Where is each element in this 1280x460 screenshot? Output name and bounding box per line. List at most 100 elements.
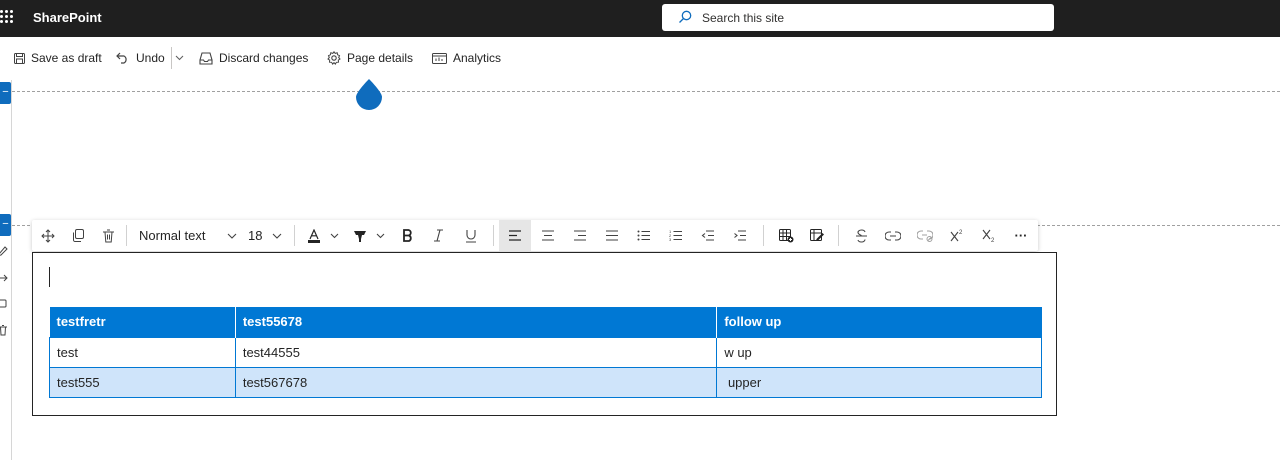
bullets-icon (637, 230, 650, 241)
subscript-button[interactable]: 2 (974, 220, 1004, 251)
duplicate-icon[interactable] (0, 298, 8, 310)
svg-text:2: 2 (991, 238, 995, 243)
link-button[interactable] (878, 220, 908, 251)
indent-icon (734, 230, 746, 241)
analytics-icon (432, 52, 447, 64)
command-separator (171, 47, 172, 69)
toolbar-separator (493, 225, 494, 246)
unlink-icon (917, 229, 933, 242)
table-cell[interactable]: test555 (49, 366, 236, 398)
table-cell[interactable]: upper (716, 366, 1042, 398)
underline-icon (466, 229, 476, 243)
table-cell[interactable]: w up (716, 336, 1042, 368)
increase-indent-button[interactable] (724, 220, 756, 251)
align-left-button[interactable] (499, 220, 531, 251)
section-add-button[interactable]: − (0, 82, 11, 104)
undo-dropdown[interactable] (175, 49, 190, 67)
table-cell[interactable]: test (49, 336, 236, 368)
save-icon (14, 52, 25, 64)
undo-label: Undo (136, 51, 165, 65)
table-header-cell[interactable]: follow up (716, 307, 1042, 337)
toolbar-separator (126, 225, 127, 246)
table-cell[interactable]: test44555 (234, 336, 718, 368)
undo-button[interactable]: Undo (116, 49, 165, 67)
app-title[interactable]: SharePoint (33, 10, 102, 25)
table-header-cell[interactable]: testfretr (49, 307, 236, 337)
text-webpart[interactable]: testfretr test55678 follow up test test4… (32, 252, 1057, 416)
subscript-icon: 2 (982, 229, 995, 243)
underline-button[interactable] (457, 220, 485, 251)
chevron-down-icon (376, 233, 384, 238)
table-cell[interactable]: test567678 (234, 366, 718, 398)
highlight-dropdown[interactable] (372, 220, 388, 251)
font-color-icon (308, 228, 320, 243)
edit-table-button[interactable] (802, 220, 832, 251)
align-center-icon (542, 230, 554, 241)
highlight-icon (354, 230, 366, 242)
chevron-down-icon (227, 233, 237, 239)
suite-header: SharePoint Search this site (0, 0, 1280, 37)
text-style-dropdown[interactable]: Normal text (132, 220, 242, 251)
analytics-button[interactable]: Analytics (432, 49, 501, 67)
align-center-button[interactable] (532, 220, 564, 251)
page-details-button[interactable]: Page details (327, 49, 413, 67)
section-add-button[interactable]: − (0, 214, 11, 236)
edit-icon[interactable] (0, 246, 8, 258)
decrease-indent-button[interactable] (692, 220, 724, 251)
discard-changes-label: Discard changes (219, 51, 309, 65)
trash-icon (102, 229, 114, 242)
text-cursor (49, 267, 50, 287)
strikethrough-icon (855, 228, 867, 243)
bullets-button[interactable] (628, 220, 660, 251)
move-icon[interactable] (0, 272, 8, 284)
command-bar: Save as draft Undo Discard changes Page … (0, 37, 1280, 77)
gear-icon (327, 51, 341, 65)
font-size-dropdown[interactable]: 18 (242, 220, 288, 251)
trash-icon[interactable] (0, 324, 8, 336)
table-header-cell[interactable]: test55678 (235, 307, 718, 337)
move-icon (41, 228, 55, 243)
font-color-dropdown[interactable] (326, 220, 342, 251)
strikethrough-button[interactable] (846, 220, 876, 251)
italic-button[interactable] (424, 220, 452, 251)
outdent-icon (701, 230, 714, 241)
analytics-label: Analytics (453, 51, 502, 65)
justify-button[interactable] (596, 220, 628, 251)
align-right-button[interactable] (564, 220, 596, 251)
discard-icon (199, 51, 213, 65)
duplicate-icon (72, 229, 84, 242)
delete-button[interactable] (94, 220, 122, 251)
search-input[interactable]: Search this site (702, 11, 784, 25)
save-draft-button[interactable]: Save as draft (14, 49, 102, 67)
unlink-button[interactable] (910, 220, 940, 251)
numbering-icon: 123 (669, 229, 682, 242)
bold-button[interactable] (393, 220, 421, 251)
chevron-down-icon (330, 233, 338, 238)
italic-icon (433, 229, 443, 242)
text-style-value: Normal text (139, 228, 206, 243)
font-color-button[interactable] (302, 220, 326, 251)
align-right-icon (574, 230, 586, 241)
justify-icon (606, 230, 618, 241)
table-row: test test44555 w up (49, 336, 1042, 368)
numbering-button[interactable]: 123 (660, 220, 692, 251)
more-icon: ··· (1014, 228, 1028, 243)
discard-changes-button[interactable]: Discard changes (199, 49, 308, 67)
highlight-button[interactable] (348, 220, 372, 251)
insert-table-button[interactable] (771, 220, 801, 251)
duplicate-button[interactable] (64, 220, 92, 251)
superscript-button[interactable]: 2 (942, 220, 972, 251)
toolbar-separator (294, 225, 295, 246)
link-icon (885, 230, 901, 241)
insert-table-icon (778, 228, 793, 242)
search-box[interactable]: Search this site (662, 4, 1054, 31)
insert-drop-marker[interactable] (355, 78, 383, 110)
page-details-label: Page details (347, 51, 414, 65)
table-row: test555 test567678 upper (49, 366, 1042, 398)
content-table[interactable]: testfretr test55678 follow up test test4… (49, 307, 1042, 398)
more-button[interactable]: ··· (1006, 220, 1036, 251)
waffle-icon[interactable] (0, 10, 16, 26)
toolbar-separator (763, 225, 764, 246)
move-button[interactable] (34, 220, 62, 251)
chevron-down-icon (175, 55, 184, 61)
